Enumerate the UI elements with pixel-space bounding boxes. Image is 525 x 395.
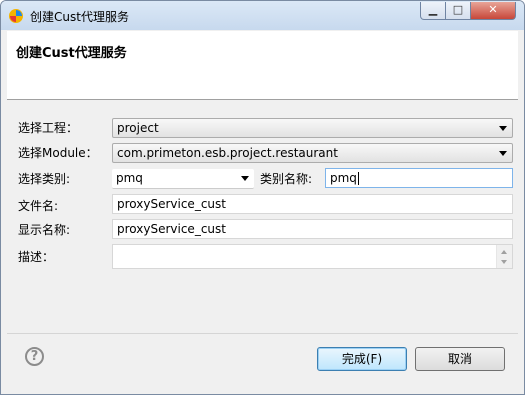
category-name-value: pmq: [330, 171, 357, 185]
file-name-input[interactable]: proxyService_cust: [112, 194, 513, 214]
finish-button[interactable]: 完成(F): [317, 347, 407, 371]
project-select[interactable]: project: [112, 118, 513, 138]
title-bar[interactable]: 创建Cust代理服务 ▁ □ ✕: [1, 1, 524, 30]
cancel-button[interactable]: 取消: [415, 347, 505, 371]
category-select[interactable]: pmq: [112, 169, 254, 189]
page-title: 创建Cust代理服务: [16, 46, 127, 61]
description-textarea[interactable]: [112, 244, 513, 269]
help-button[interactable]: ?: [25, 347, 44, 366]
project-select-value: project: [117, 121, 159, 135]
scroll-down-icon[interactable]: [501, 260, 507, 264]
dialog-window: 创建Cust代理服务 ▁ □ ✕ 创建Cust代理服务 选择工程： projec…: [0, 0, 525, 395]
display-name-label: 显示名称:: [18, 223, 71, 237]
category-select-value: pmq: [116, 171, 143, 185]
maximize-button[interactable]: □: [445, 2, 471, 20]
module-label: 选择Module：: [18, 146, 98, 160]
file-name-value: proxyService_cust: [117, 197, 226, 211]
module-select[interactable]: com.primeton.esb.project.restaurant: [112, 143, 513, 163]
app-icon: [9, 9, 23, 23]
close-icon: ✕: [488, 3, 498, 16]
text-caret: [357, 172, 359, 185]
form-body: 选择工程： project 选择Module： com.primeton.esb…: [7, 100, 518, 332]
description-label: 描述：: [18, 250, 55, 264]
display-name-value: proxyService_cust: [117, 222, 226, 236]
module-select-value: com.primeton.esb.project.restaurant: [117, 146, 338, 160]
chevron-down-icon: [241, 176, 249, 181]
minimize-button[interactable]: ▁: [420, 2, 446, 20]
footer-divider: [7, 333, 518, 334]
project-label: 选择工程：: [18, 121, 79, 135]
chevron-down-icon: [499, 151, 507, 156]
file-name-label: 文件名:: [18, 199, 59, 213]
description-scrollbar[interactable]: [496, 245, 512, 268]
display-name-input[interactable]: proxyService_cust: [112, 219, 513, 239]
window-title: 创建Cust代理服务: [30, 10, 129, 24]
category-label: 选择类别:: [18, 172, 71, 186]
chevron-down-icon: [499, 126, 507, 131]
close-button[interactable]: ✕: [470, 2, 516, 20]
wizard-header: 创建Cust代理服务: [7, 31, 518, 100]
category-name-input[interactable]: pmq: [325, 168, 513, 188]
maximize-icon: □: [452, 3, 464, 16]
minimize-icon: ▁: [428, 3, 438, 16]
help-icon: ?: [30, 349, 39, 364]
scroll-up-icon[interactable]: [501, 250, 507, 254]
category-name-label: 类别名称:: [260, 172, 313, 186]
